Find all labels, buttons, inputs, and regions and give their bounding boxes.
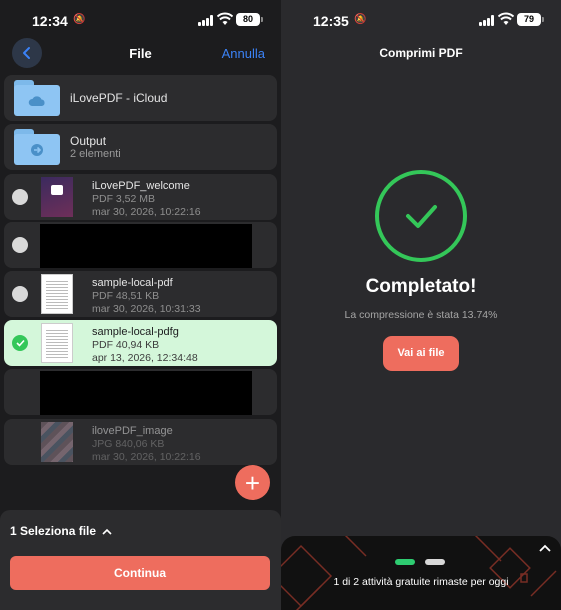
checkmark-icon: [15, 339, 25, 347]
result-detail: La compressione è stata 13.74%: [344, 309, 498, 321]
compression-result-screen: 12:35 🔕 79 Comprimi PDF Completato! La c…: [281, 0, 561, 610]
page-title: Comprimi PDF: [379, 46, 463, 60]
cellular-signal-icon: [479, 15, 496, 26]
file-picker-screen: 12:34 🔕 80 File Annulla iLovePDF - iClou…: [0, 0, 281, 610]
selection-panel: 1 Seleziona file Continua: [0, 510, 281, 610]
file-date: mar 30, 2026, 10:31:33: [92, 303, 201, 315]
file-name: ilovePDF_image: [92, 425, 173, 437]
chevron-up-icon: [102, 528, 112, 535]
file-row-redacted[interactable]: [4, 222, 277, 268]
page-indicator-active: [395, 559, 415, 565]
promo-pattern: [281, 536, 557, 610]
file-type-size: PDF 40,94 KB: [92, 339, 160, 351]
file-date: apr 13, 2026, 12:34:48: [92, 352, 198, 364]
folder-row-icloud[interactable]: iLovePDF - iCloud: [4, 75, 277, 121]
redaction-block: [40, 371, 252, 415]
file-row[interactable]: iLovePDF_welcome PDF 3,52 MB mar 30, 202…: [4, 174, 277, 220]
folder-item-count: 2 elementi: [70, 148, 121, 160]
folder-row-output[interactable]: Output 2 elementi: [4, 124, 277, 170]
silent-bell-icon: 🔕: [73, 14, 86, 25]
success-check-icon: [375, 170, 467, 262]
folder-icon: [14, 80, 60, 116]
arrow-right-circle-icon: [31, 143, 43, 156]
redaction-block: [40, 224, 252, 268]
file-row[interactable]: sample-local-pdf PDF 48,51 KB mar 30, 20…: [4, 271, 277, 317]
nav-bar: File Annulla: [0, 38, 281, 70]
file-date: mar 30, 2026, 10:22:16: [92, 206, 201, 218]
file-type-size: JPG 840,06 KB: [92, 438, 165, 450]
continue-button[interactable]: Continua: [10, 556, 270, 590]
selection-count-toggle[interactable]: 1 Seleziona file: [10, 524, 112, 538]
file-name: sample-local-pdfg: [92, 326, 179, 338]
pdf-thumbnail: [41, 323, 73, 363]
chevron-up-icon[interactable]: [539, 544, 551, 552]
file-date: mar 30, 2026, 10:22:16: [92, 451, 201, 463]
result-heading: Completato!: [365, 276, 477, 297]
cancel-button[interactable]: Annulla: [222, 46, 265, 61]
silent-bell-icon: 🔕: [354, 14, 367, 25]
select-radio[interactable]: [12, 189, 28, 205]
folder-name: Output: [70, 134, 107, 148]
battery-indicator: 79: [517, 13, 544, 26]
cellular-signal-icon: [198, 15, 215, 26]
select-radio[interactable]: [12, 237, 28, 253]
file-name: iLovePDF_welcome: [92, 180, 190, 192]
status-time: 12:35: [313, 13, 349, 29]
file-type-size: PDF 48,51 KB: [92, 290, 160, 302]
add-button[interactable]: +: [235, 465, 270, 500]
go-to-files-button[interactable]: Vai ai file: [383, 336, 459, 371]
cloud-icon: [28, 95, 45, 106]
folder-name: iLovePDF - iCloud: [70, 91, 168, 105]
page-indicator: [425, 559, 445, 565]
select-radio-checked[interactable]: [12, 335, 28, 351]
file-type-size: PDF 3,52 MB: [92, 193, 156, 205]
file-row-redacted[interactable]: [4, 369, 277, 415]
selection-count-label: 1 Seleziona file: [10, 524, 97, 538]
status-time: 12:34: [32, 13, 68, 29]
battery-indicator: 80: [236, 13, 263, 26]
file-row[interactable]: ilovePDF_image JPG 840,06 KB mar 30, 202…: [4, 419, 277, 465]
status-bar: 12:34 🔕 80: [0, 0, 281, 40]
pdf-thumbnail: [41, 274, 73, 314]
wifi-icon: [498, 12, 514, 25]
file-row-selected[interactable]: sample-local-pdfg PDF 40,94 KB apr 13, 2…: [4, 320, 277, 366]
status-bar: 12:35 🔕 79: [281, 0, 561, 40]
free-tasks-remaining: 1 di 2 attività gratuite rimaste per ogg…: [333, 576, 509, 588]
pdf-thumbnail: [41, 177, 73, 217]
wifi-icon: [217, 12, 233, 25]
promo-banner[interactable]: 1 di 2 attività gratuite rimaste per ogg…: [281, 536, 561, 610]
folder-icon: [14, 129, 60, 165]
image-thumbnail: [41, 422, 73, 462]
file-name: sample-local-pdf: [92, 277, 173, 289]
select-radio[interactable]: [12, 286, 28, 302]
